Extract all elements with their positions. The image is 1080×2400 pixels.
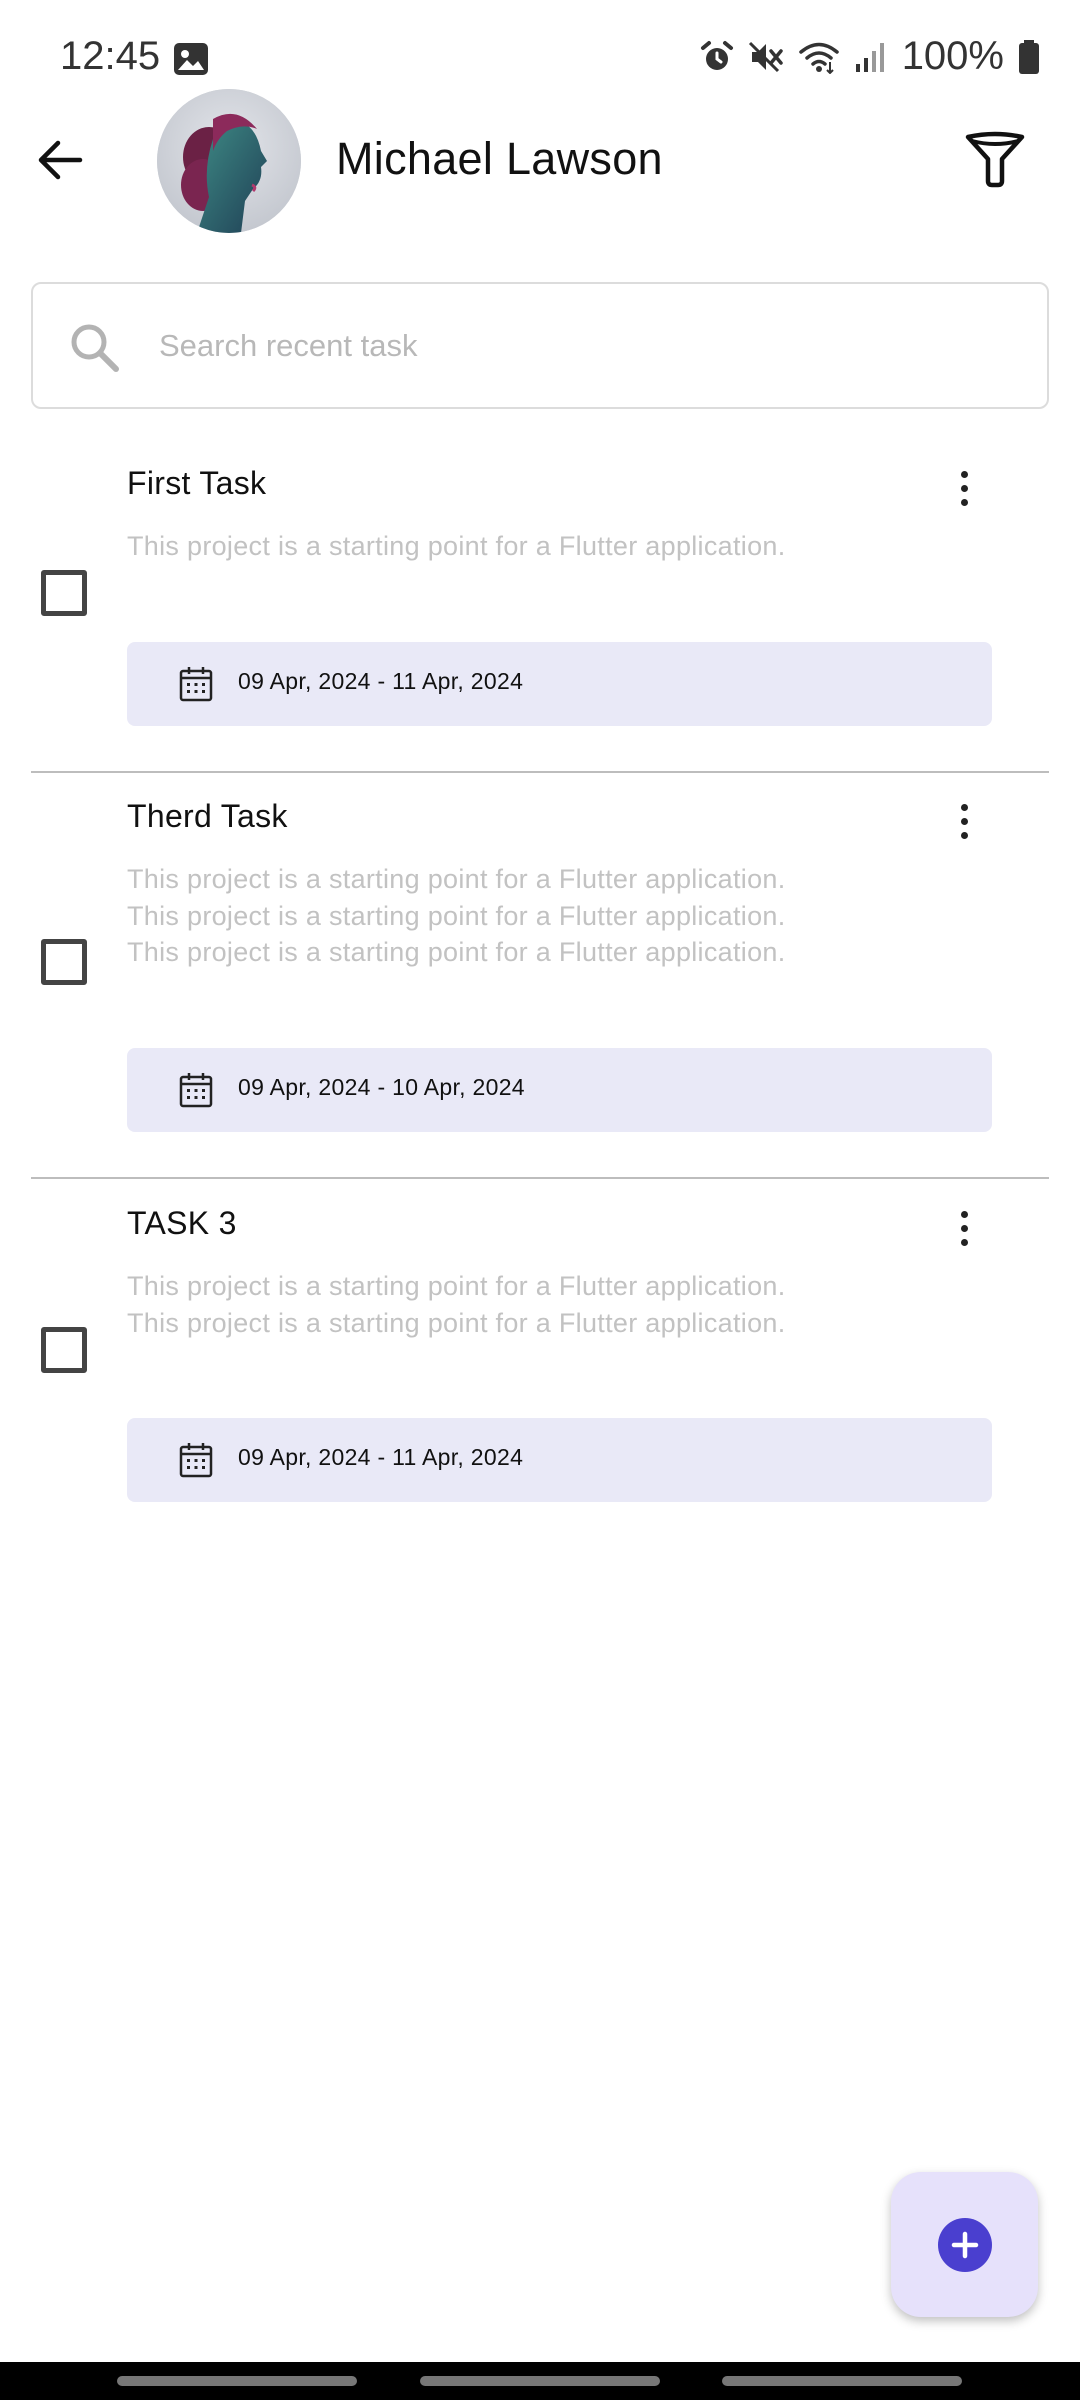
task-date-range: 09 Apr, 2024 - 10 Apr, 2024: [238, 1074, 525, 1100]
system-nav-bar: [0, 2362, 1080, 2400]
back-button[interactable]: [30, 130, 90, 190]
gallery-icon: [174, 43, 208, 75]
avatar[interactable]: [157, 89, 301, 233]
arrow-left-icon: [38, 140, 83, 180]
avatar-image: [157, 89, 301, 233]
task-menu-button[interactable]: [944, 463, 984, 513]
task-menu-button[interactable]: [944, 1203, 984, 1253]
nav-back-button[interactable]: [722, 2376, 962, 2386]
mute-icon: [748, 41, 783, 72]
task-date-chip: 09 Apr, 2024 - 11 Apr, 2024: [127, 642, 992, 726]
task-checkbox[interactable]: [41, 570, 87, 616]
task-checkbox[interactable]: [41, 939, 87, 985]
task-date-chip: 09 Apr, 2024 - 11 Apr, 2024: [127, 1418, 992, 1502]
status-time: 12:45: [60, 34, 161, 78]
task-description: This project is a starting point for a F…: [127, 1271, 786, 1338]
nav-recent-button[interactable]: [117, 2376, 357, 2386]
filter-button[interactable]: [960, 128, 1030, 192]
fab-circle: [937, 2217, 992, 2272]
task-description: This project is a starting point for a F…: [127, 864, 786, 967]
search-icon: [71, 324, 119, 372]
filter-icon: [965, 131, 1025, 188]
calendar-icon: [179, 1443, 213, 1478]
user-name: Michael Lawson: [336, 133, 663, 184]
search-box[interactable]: [31, 282, 1049, 409]
task-title: First Task: [127, 465, 267, 501]
task-title: Therd Task: [127, 798, 288, 834]
battery-percent: 100%: [901, 34, 1004, 78]
status-icons: 100%: [700, 34, 1040, 79]
signal-icon: [855, 42, 884, 72]
alarm-icon: [700, 40, 733, 70]
task-date-range: 09 Apr, 2024 - 11 Apr, 2024: [238, 1444, 524, 1470]
task-date-chip: 09 Apr, 2024 - 10 Apr, 2024: [127, 1048, 992, 1132]
divider: [31, 1177, 1049, 1179]
status-bar: 12:45 100%: [0, 0, 1080, 110]
more-vert-icon: [960, 803, 968, 811]
task-description: This project is a starting point for a F…: [127, 531, 786, 561]
wifi-icon: [798, 42, 839, 74]
task-menu-button[interactable]: [944, 796, 984, 846]
search-input[interactable]: [159, 314, 1019, 378]
task-date-range: 09 Apr, 2024 - 11 Apr, 2024: [238, 668, 524, 694]
calendar-icon: [179, 667, 213, 702]
more-vert-icon: [960, 470, 968, 478]
battery-icon: [1019, 39, 1039, 74]
more-vert-icon: [960, 1210, 968, 1218]
divider: [31, 771, 1049, 773]
plus-icon: [951, 2231, 978, 2258]
add-task-button[interactable]: [891, 2172, 1038, 2317]
task-title: TASK 3: [127, 1205, 237, 1241]
calendar-icon: [179, 1073, 213, 1108]
task-checkbox[interactable]: [41, 1327, 87, 1373]
nav-home-button[interactable]: [420, 2376, 660, 2386]
